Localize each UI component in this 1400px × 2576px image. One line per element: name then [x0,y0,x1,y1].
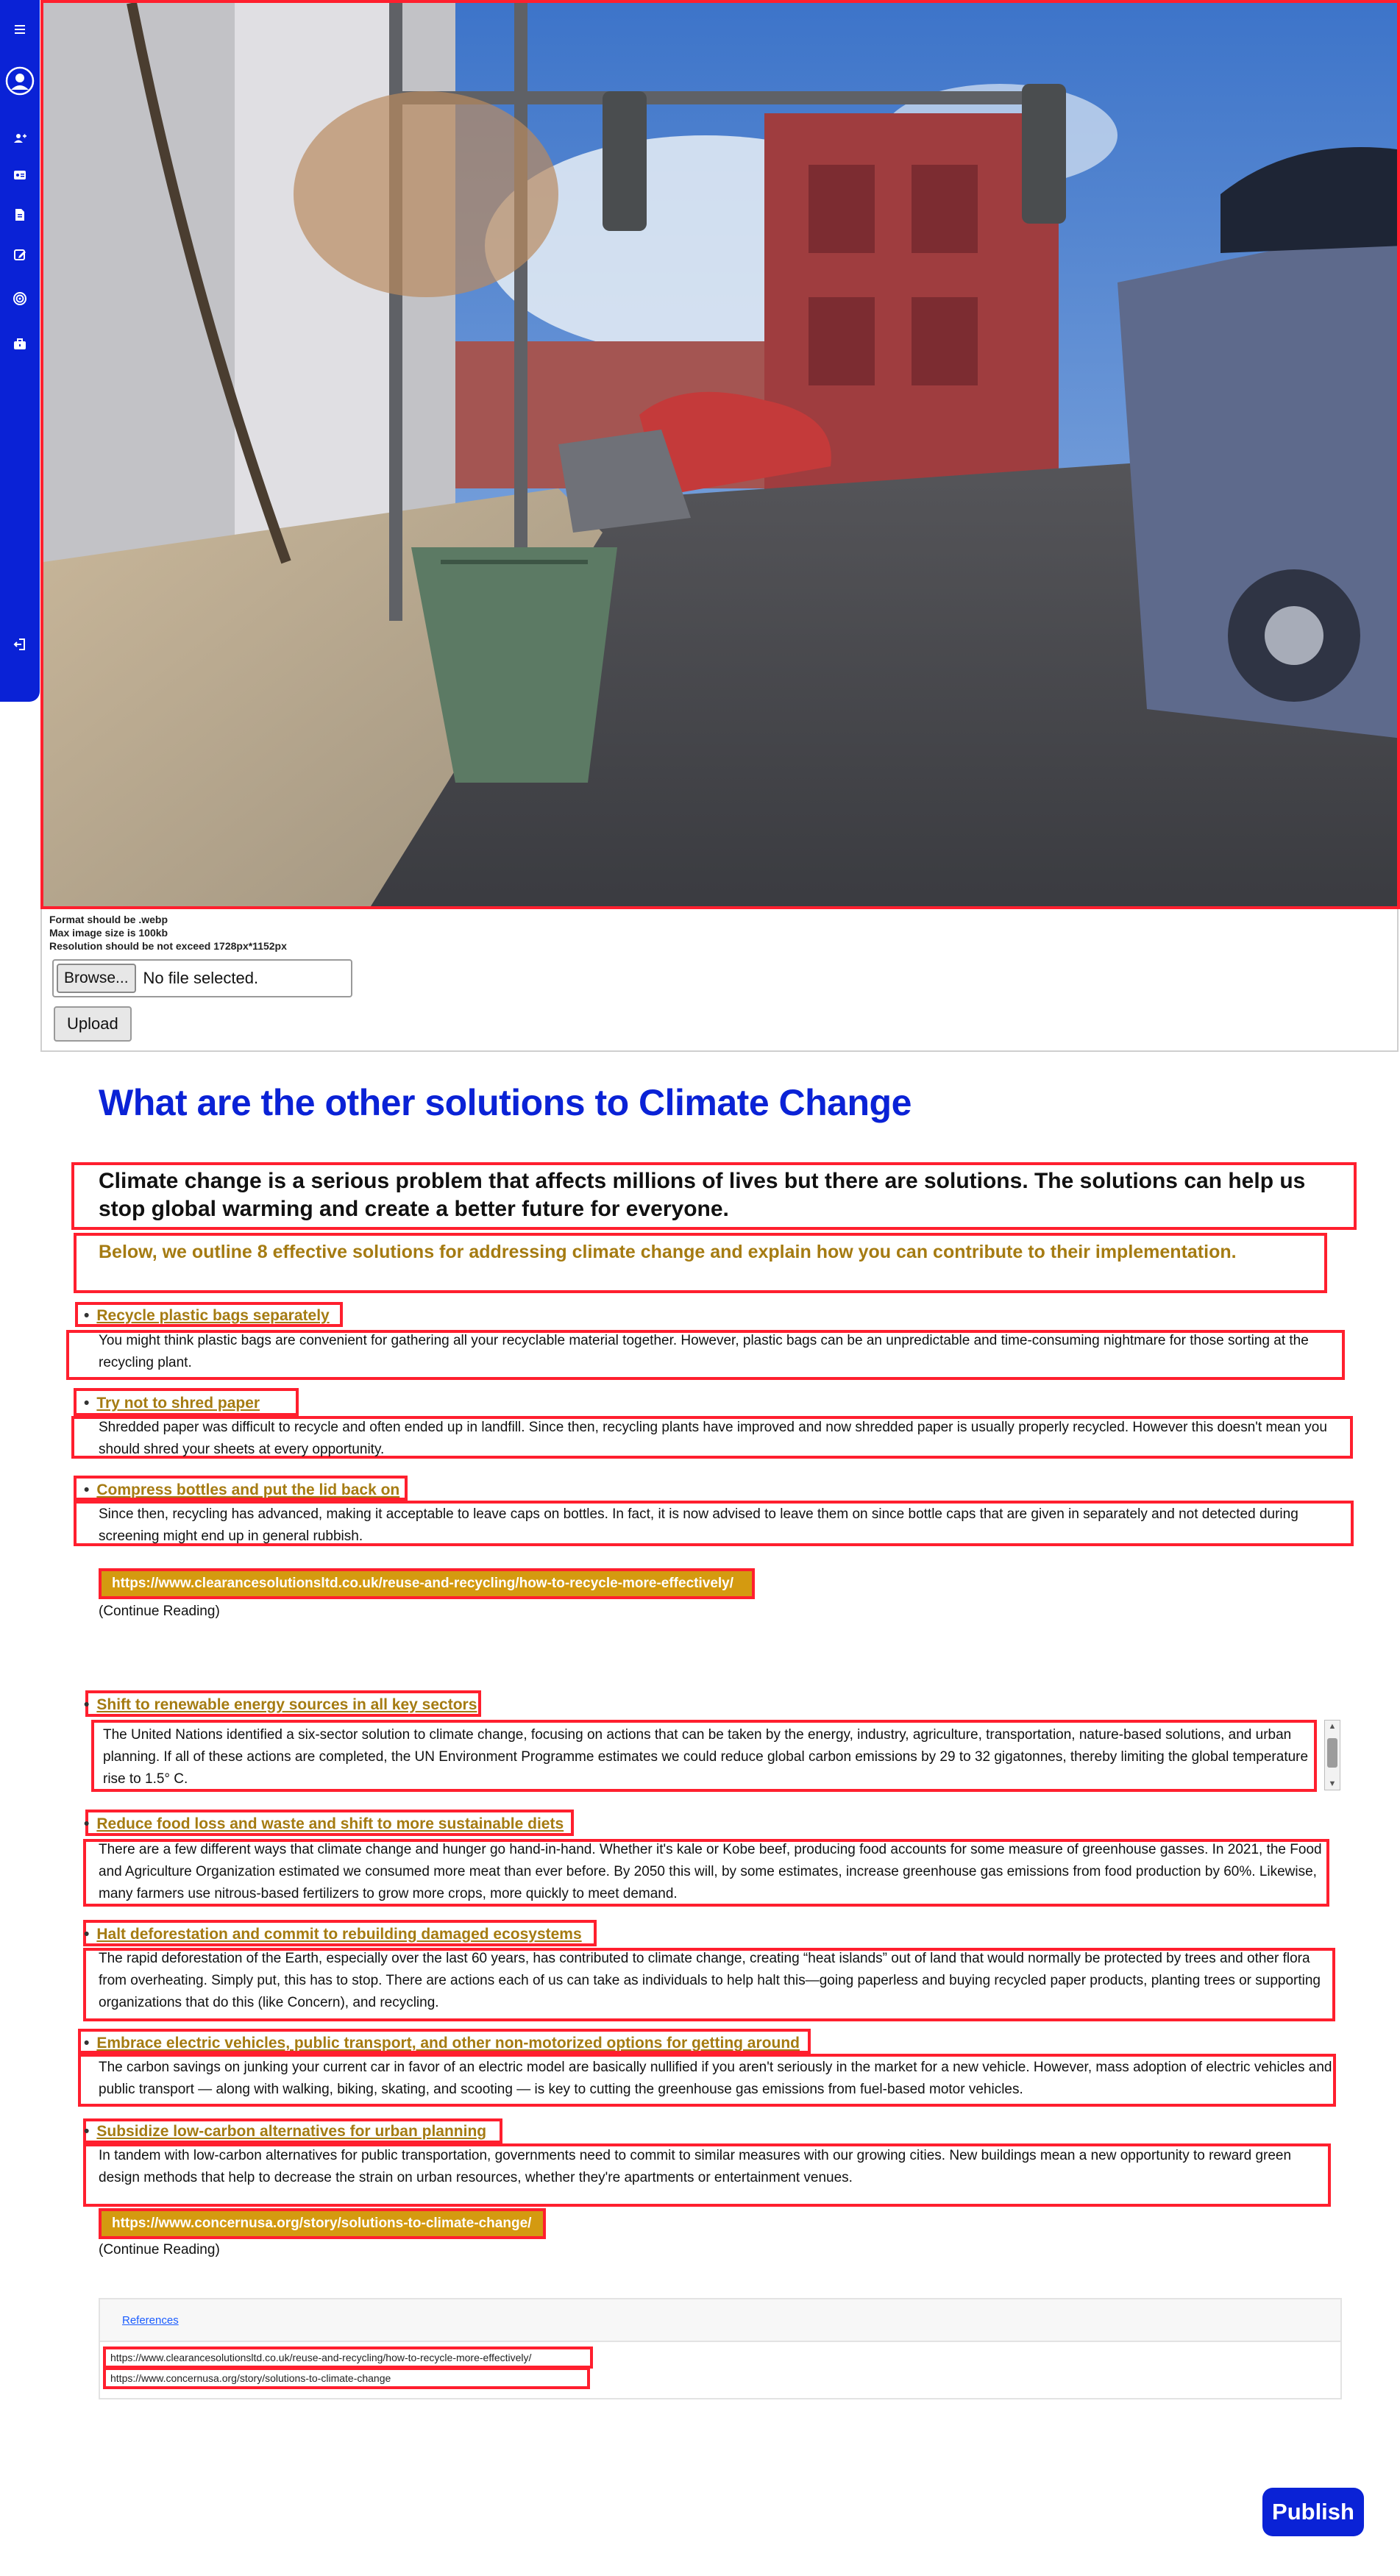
upload-format-note: Format should be .webp [49,914,168,925]
browse-button[interactable]: Browse... [57,964,136,993]
briefcase-icon[interactable] [0,330,40,359]
publish-button[interactable]: Publish [1262,2488,1364,2536]
target-icon[interactable] [0,284,40,313]
section-1-text: You might think plastic bags are conveni… [99,1333,1309,1370]
section-8-heading: Subsidize low-carbon alternatives for ur… [84,2123,486,2141]
continue-reading-2[interactable]: (Continue Reading) [99,2242,220,2258]
section-6-heading: Halt deforestation and commit to rebuild… [84,1926,581,1943]
logout-icon[interactable] [0,630,40,659]
continue-reading-1[interactable]: (Continue Reading) [99,1604,220,1620]
id-card-icon[interactable] [0,160,40,190]
scroll-down-icon[interactable]: ▼ [1325,1779,1340,1788]
reference-item-2[interactable]: https://www.concernusa.org/story/solutio… [103,2367,590,2389]
upload-resolution-note: Resolution should be not exceed 1728px*1… [49,940,287,952]
upload-size-note: Max image size is 100kb [49,927,168,939]
menu-icon[interactable] [0,15,40,44]
section-7-text: The carbon savings on junking your curre… [99,2060,1332,2097]
section-5-heading: Reduce food loss and waste and shift to … [84,1815,564,1833]
section-3-heading: Compress bottles and put the lid back on [84,1481,399,1499]
section-3-text: Since then, recycling has advanced, maki… [99,1506,1298,1544]
add-user-icon[interactable] [0,124,40,153]
file-input[interactable]: Browse... No file selected. [52,959,352,997]
hero-image [40,0,1400,909]
scroll-thumb[interactable] [1327,1738,1337,1768]
section-1-heading: Recycle plastic bags separately [84,1307,329,1325]
section-2-heading: Try not to shred paper [84,1395,260,1412]
sidebar [0,0,40,702]
document-icon[interactable] [0,200,40,230]
edit-icon[interactable] [0,240,40,269]
section-6-text: The rapid deforestation of the Earth, es… [99,1951,1321,2010]
section-8-text: In tandem with low-carbon alternatives f… [99,2148,1292,2185]
intro-text: Climate change is a serious problem that… [99,1169,1306,1221]
section-5-text: There are a few different ways that clim… [99,1842,1322,1901]
file-status: No file selected. [143,969,259,987]
sub-intro-text: Below, we outline 8 effective solutions … [99,1242,1237,1262]
reference-item-1[interactable]: https://www.clearancesolutionsltd.co.uk/… [103,2346,593,2369]
page-title: What are the other solutions to Climate … [99,1082,912,1123]
section-4-scrollbar[interactable]: ▲ ▼ [1324,1720,1340,1790]
upload-button[interactable]: Upload [54,1006,132,1042]
scroll-up-icon[interactable]: ▲ [1325,1722,1340,1731]
section-4-heading: Shift to renewable energy sources in all… [84,1696,477,1714]
section-2-text: Shredded paper was difficult to recycle … [99,1420,1327,1456]
references-link[interactable]: References [122,2314,179,2327]
source-link-2[interactable]: https://www.concernusa.org/story/solutio… [99,2208,546,2239]
street-illustration [43,3,1397,906]
source-link-1[interactable]: https://www.clearancesolutionsltd.co.uk/… [99,1568,755,1599]
user-avatar-icon[interactable] [0,65,40,97]
image-upload-panel: Format should be .webp Max image size is… [40,909,1399,1052]
section-7-heading: Embrace electric vehicles, public transp… [84,2035,800,2052]
references-header: References [100,2299,1340,2342]
section-4-text: The United Nations identified a six-sect… [103,1727,1309,1787]
